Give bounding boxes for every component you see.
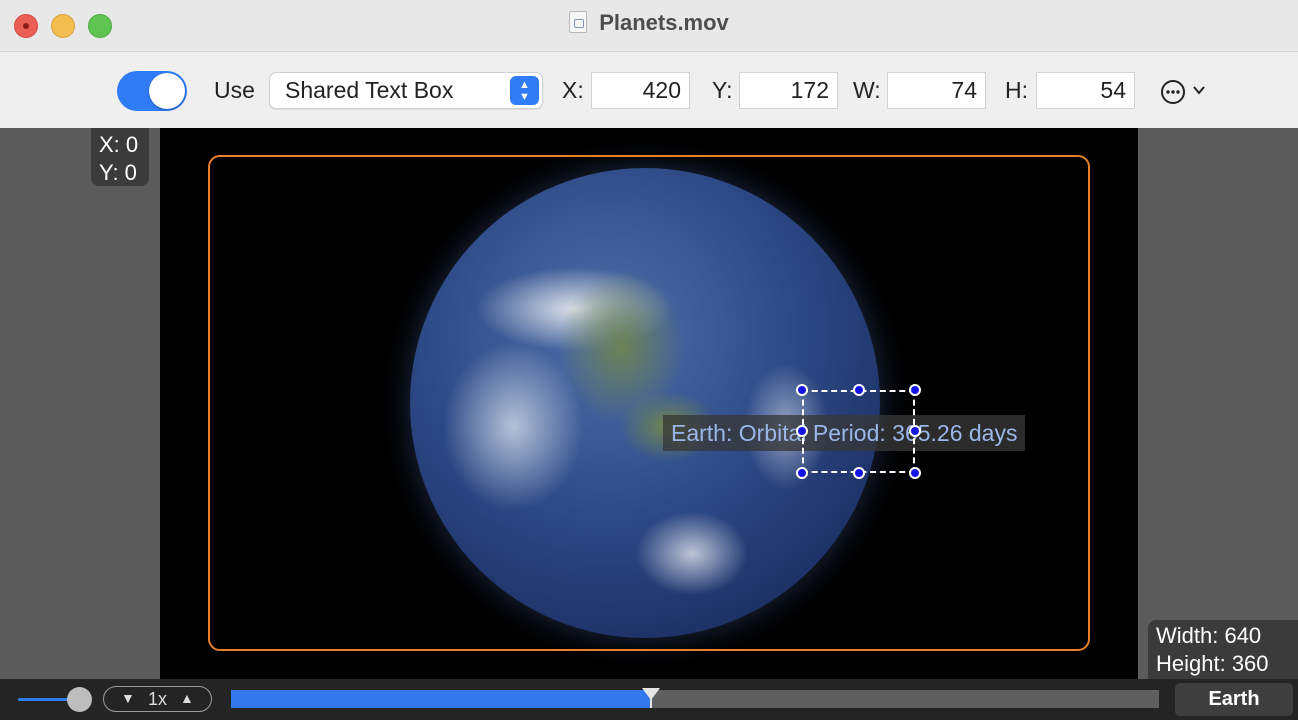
select-chevrons-icon: ▲ ▼ xyxy=(510,76,539,105)
window-title-text: Planets.mov xyxy=(599,10,729,35)
playback-rate-label: 1x xyxy=(148,689,168,709)
resize-handle-top-right[interactable] xyxy=(909,384,921,396)
w-label: W: xyxy=(853,77,881,103)
video-preview[interactable]: Earth: Orbital Period: 365.26 days xyxy=(160,128,1138,679)
cursor-x: X: 0 xyxy=(99,132,139,157)
style-select-value: Shared Text Box xyxy=(285,77,454,103)
selection-box[interactable] xyxy=(796,384,921,479)
window-title: Planets.mov xyxy=(0,10,1298,36)
resize-handle-bottom-right[interactable] xyxy=(909,467,921,479)
title-bar: Planets.mov xyxy=(0,0,1298,52)
video-height: Height: 360 xyxy=(1156,651,1269,676)
toggle-knob xyxy=(149,73,185,109)
cursor-y: Y: 0 xyxy=(99,160,137,185)
style-select[interactable]: Shared Text Box ▲ ▼ xyxy=(269,72,543,109)
resize-handle-top-left[interactable] xyxy=(796,384,808,396)
y-field[interactable]: 172 xyxy=(739,72,838,109)
playback-rate-control: ▼ 1x ▲ xyxy=(103,686,212,712)
resize-handle-bottom-left[interactable] xyxy=(796,467,808,479)
rate-increase-icon[interactable]: ▲ xyxy=(180,690,194,706)
h-label: H: xyxy=(1005,77,1028,103)
height-field[interactable]: 54 xyxy=(1036,72,1135,109)
width-field[interactable]: 74 xyxy=(887,72,986,109)
x-label: X: xyxy=(562,77,584,103)
y-label: Y: xyxy=(712,77,733,103)
toolbar: Use Shared Text Box ▲ ▼ X: 420 Y: 172 W: … xyxy=(0,53,1298,128)
ellipsis-circle-icon[interactable] xyxy=(1160,79,1186,105)
document-icon xyxy=(569,11,588,33)
resize-handle-right[interactable] xyxy=(909,425,921,437)
use-label: Use xyxy=(214,77,255,103)
playhead-icon[interactable] xyxy=(642,688,661,700)
cursor-coordinates: X: 0 Y: 0 xyxy=(91,128,149,186)
safe-area-frame xyxy=(208,155,1090,651)
chapter-button[interactable]: Earth xyxy=(1175,683,1293,716)
volume-slider-knob[interactable] xyxy=(67,687,92,712)
timeline-progress xyxy=(231,690,652,708)
resize-handle-bottom[interactable] xyxy=(853,467,865,479)
use-toggle[interactable] xyxy=(117,71,187,111)
timeline-scrubber[interactable] xyxy=(231,688,1159,708)
chevron-down-icon[interactable] xyxy=(1192,83,1206,97)
video-width: Width: 640 xyxy=(1156,623,1262,648)
resize-handle-top[interactable] xyxy=(853,384,865,396)
x-field[interactable]: 420 xyxy=(591,72,690,109)
playback-bar: ▼ 1x ▲ Earth xyxy=(0,679,1298,720)
video-size-badge: Width: 640 Height: 360 xyxy=(1148,620,1298,679)
resize-handle-left[interactable] xyxy=(796,425,808,437)
rate-decrease-icon[interactable]: ▼ xyxy=(121,690,135,706)
